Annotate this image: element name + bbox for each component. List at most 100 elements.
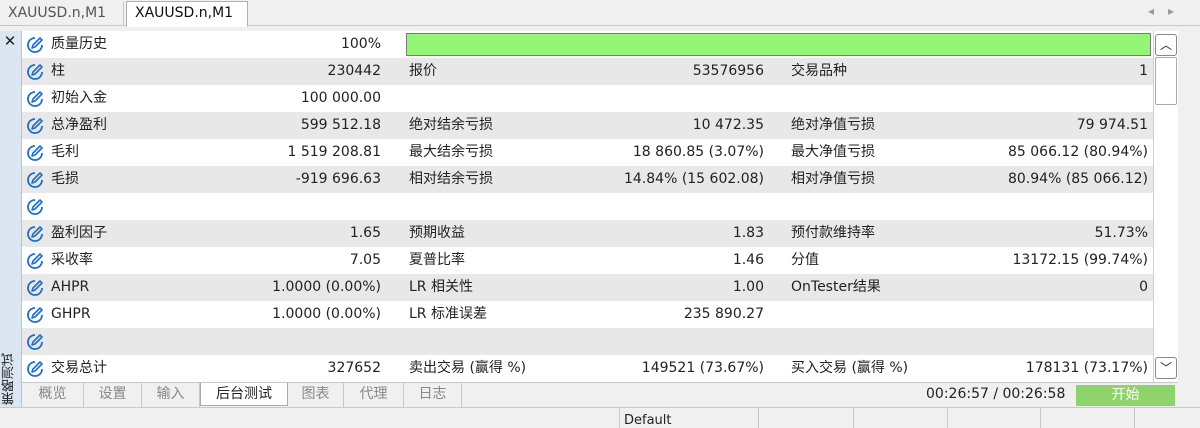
- status-separator: [1134, 408, 1135, 428]
- metric-label: 买入交易 (赢得 %): [791, 360, 909, 376]
- metric-label: 交易总计: [51, 360, 107, 376]
- backtest-report-table: 质量历史 100% 柱 230442 报价 53576956 交易品种 1 初始入金 100 …: [22, 31, 1153, 382]
- report-row: 初始入金 100 000.00: [22, 85, 1153, 112]
- metric-label: 分值: [791, 252, 819, 268]
- metric-label: AHPR: [51, 279, 90, 295]
- metric-label: 最大净值亏损: [791, 144, 875, 160]
- scroll-thumb[interactable]: [1155, 57, 1177, 105]
- close-icon[interactable]: ✕: [2, 33, 18, 49]
- edit-pencil-icon[interactable]: [26, 117, 44, 135]
- status-separator: [853, 408, 854, 428]
- edit-pencil-icon[interactable]: [26, 63, 44, 81]
- metric-label: 毛利: [51, 144, 79, 160]
- metric-value: 1.0000 (0.00%): [272, 306, 381, 322]
- tab-backtest[interactable]: 后台测试: [200, 383, 288, 406]
- quality-row: 质量历史 100%: [22, 31, 1153, 58]
- edit-pencil-icon[interactable]: [26, 144, 44, 162]
- chevron-up-icon[interactable]: ︿: [1155, 34, 1177, 56]
- report-row: GHPR 1.0000 (0.00%) LR 标准误差 235 890.27: [22, 301, 1153, 328]
- metric-value: 178131 (73.17%): [1025, 360, 1148, 376]
- panel-title: 策略测试: [2, 353, 17, 405]
- metric-value: 1.46: [732, 252, 764, 268]
- tab-graph[interactable]: 图表: [288, 383, 344, 407]
- metric-label: 卖出交易 (赢得 %): [409, 360, 527, 376]
- report-row: 盈利因子 1.65 预期收益 1.83 预付款维持率 51.73%: [22, 220, 1153, 247]
- report-row: AHPR 1.0000 (0.00%) LR 相关性 1.00 OnTester结果 0: [22, 274, 1153, 301]
- metric-label: 预付款维持率: [791, 225, 875, 241]
- chart-tab[interactable]: XAUUSD.n,M1: [0, 2, 124, 26]
- edit-pencil-icon[interactable]: [26, 90, 44, 108]
- report-row: [22, 328, 1153, 355]
- chevron-down-icon[interactable]: ﹀: [1155, 357, 1177, 379]
- edit-pencil-icon[interactable]: [26, 306, 44, 324]
- metric-label: 交易品种: [791, 63, 847, 79]
- chart-tab-bar: XAUUSD.n,M1 XAUUSD.n,M1 ◂▸: [0, 0, 1200, 27]
- report-row: 采收率 7.05 夏普比率 1.46 分值 13172.15 (99.74%): [22, 247, 1153, 274]
- quality-bar-fill: [407, 34, 1150, 55]
- metric-label: 盈利因子: [51, 225, 107, 241]
- metric-value: 7.05: [349, 252, 381, 268]
- metric-value: 599 512.18: [300, 117, 381, 133]
- quality-label: 质量历史: [51, 36, 107, 52]
- report-scrollbar[interactable]: ︿ ﹀: [1153, 31, 1178, 382]
- status-separator: [758, 408, 759, 428]
- metric-value: 1.83: [732, 225, 764, 241]
- status-separator: [619, 408, 620, 428]
- metric-label: 相对净值亏损: [791, 171, 875, 187]
- metric-value: 1 519 208.81: [287, 144, 381, 160]
- edit-pencil-icon[interactable]: [26, 171, 44, 189]
- quality-bar: [406, 33, 1151, 56]
- chart-tab-active[interactable]: XAUUSD.n,M1: [126, 1, 248, 27]
- metric-value: 14.84% (15 602.08): [623, 171, 764, 187]
- tab-agents[interactable]: 代理: [344, 383, 404, 407]
- metric-value: 1.00: [732, 279, 764, 295]
- metric-value: 79 974.51: [1076, 117, 1148, 133]
- edit-pencil-icon[interactable]: [26, 333, 44, 351]
- tab-inputs[interactable]: 输入: [142, 383, 200, 407]
- metric-label: 报价: [409, 63, 437, 79]
- metric-label: 绝对结余亏损: [409, 117, 493, 133]
- edit-pencil-icon[interactable]: [26, 36, 44, 54]
- edit-pencil-icon[interactable]: [26, 279, 44, 297]
- metric-label: LR 相关性: [409, 279, 473, 295]
- metric-label: 绝对净值亏损: [791, 117, 875, 133]
- metric-label: 初始入金: [51, 90, 107, 106]
- metric-value: 80.94% (85 066.12): [1007, 171, 1148, 187]
- tab-overview[interactable]: 概览: [22, 383, 84, 407]
- report-row: 毛利 1 519 208.81 最大结余亏损 18 860.85 (3.07%) 最大净…: [22, 139, 1153, 166]
- edit-pencil-icon[interactable]: [26, 252, 44, 270]
- metric-value: 53576956: [692, 63, 764, 79]
- tab-journal[interactable]: 日志: [404, 383, 462, 407]
- metric-label: 采收率: [51, 252, 93, 268]
- metric-label: 夏普比率: [409, 252, 465, 268]
- strategy-tester-side-strip: ✕ 策略测试: [0, 31, 22, 407]
- metric-value: 0: [1139, 279, 1148, 295]
- elapsed-timer: 00:26:57 / 00:26:58: [926, 386, 1066, 402]
- edit-pencil-icon[interactable]: [26, 225, 44, 243]
- start-button[interactable]: 开始: [1076, 385, 1175, 406]
- metric-label: 最大结余亏损: [409, 144, 493, 160]
- edit-pencil-icon[interactable]: [26, 360, 44, 378]
- metric-label: OnTester结果: [791, 279, 881, 295]
- tab-right-arrow-icon[interactable]: ▸: [1168, 4, 1188, 18]
- tab-left-arrow-icon[interactable]: ◂: [1148, 4, 1168, 18]
- status-separator: [1040, 408, 1041, 428]
- report-row: 柱 230442 报价 53576956 交易品种 1: [22, 58, 1153, 85]
- metric-label: GHPR: [51, 306, 91, 322]
- metric-value: 327652: [327, 360, 381, 376]
- metric-label: 毛损: [51, 171, 79, 187]
- status-separator: [947, 408, 948, 428]
- metric-value: 85 066.12 (80.94%): [1007, 144, 1148, 160]
- metric-value: 13172.15 (99.74%): [1012, 252, 1148, 268]
- metric-value: 10 472.35: [692, 117, 764, 133]
- report-row: 总净盈利 599 512.18 绝对结余亏损 10 472.35 绝对净值亏损 79 97…: [22, 112, 1153, 139]
- metric-value: -919 696.63: [295, 171, 381, 187]
- edit-pencil-icon[interactable]: [26, 198, 44, 216]
- tab-settings[interactable]: 设置: [84, 383, 142, 407]
- metric-label: 相对结余亏损: [409, 171, 493, 187]
- report-row: 毛损 -919 696.63 相对结余亏损 14.84% (15 602.08) 相对净…: [22, 166, 1153, 193]
- metric-value: 235 890.27: [683, 306, 764, 322]
- metric-label: 预期收益: [409, 225, 465, 241]
- metric-value: 230442: [327, 63, 381, 79]
- tab-scroll-arrows[interactable]: ◂▸: [1148, 4, 1188, 18]
